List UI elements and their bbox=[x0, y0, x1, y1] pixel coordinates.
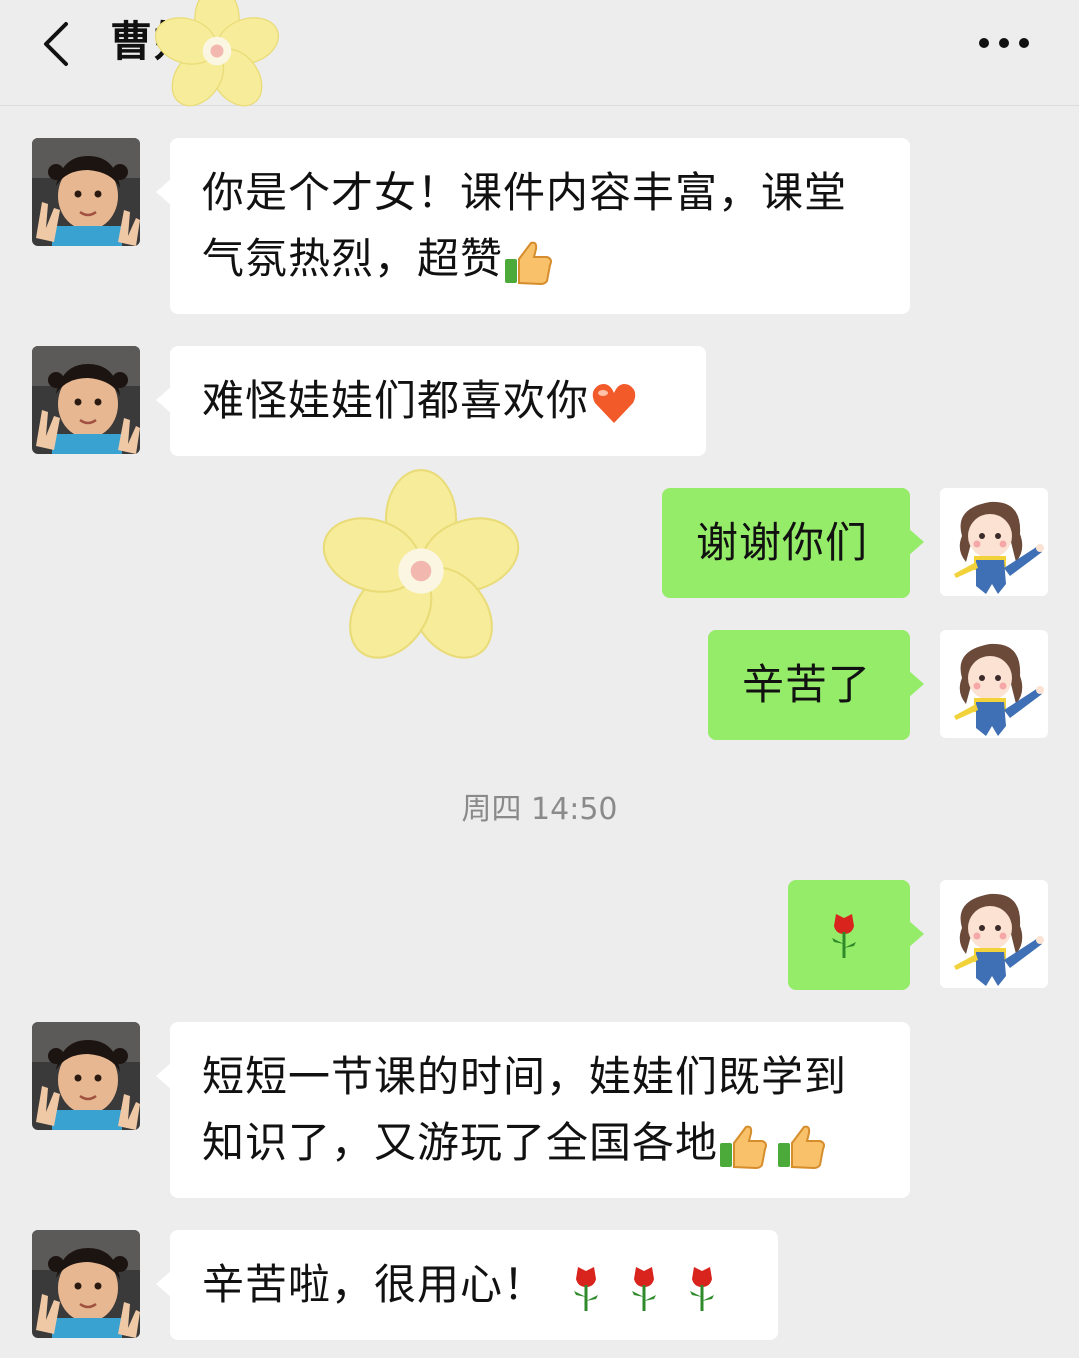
more-dots-icon bbox=[979, 38, 1029, 48]
message-bubble[interactable]: 辛苦了 bbox=[708, 630, 924, 740]
contact-avatar[interactable] bbox=[32, 346, 140, 454]
my-avatar[interactable] bbox=[940, 630, 1048, 738]
flower-sticker[interactable] bbox=[308, 468, 534, 674]
my-avatar[interactable] bbox=[940, 880, 1048, 988]
thumbs-up-icon bbox=[776, 1121, 826, 1171]
heart-icon bbox=[589, 379, 639, 429]
back-button[interactable] bbox=[30, 14, 90, 74]
message-bubble[interactable] bbox=[788, 880, 924, 990]
flower-sticker-overlay bbox=[142, 0, 292, 116]
my-avatar[interactable] bbox=[940, 488, 1048, 596]
contact-avatar[interactable] bbox=[32, 138, 140, 246]
contact-avatar[interactable] bbox=[32, 1230, 140, 1338]
thumbs-up-icon bbox=[503, 237, 553, 287]
message-text: 知识了，又游玩了全国各地 bbox=[202, 1110, 878, 1176]
rose-icon bbox=[566, 1263, 606, 1313]
message-bubble[interactable]: 短短一节课的时间，娃娃们既学到 知识了，又游玩了全国各地 bbox=[156, 1022, 910, 1198]
message-bubble[interactable]: 辛苦啦，很用心！ bbox=[156, 1230, 778, 1340]
message-text: 辛苦啦，很用心！ bbox=[202, 1260, 547, 1309]
message-text: 难怪娃娃们都喜欢你 bbox=[202, 376, 590, 425]
rose-icon bbox=[824, 910, 864, 960]
thumbs-up-icon bbox=[718, 1121, 768, 1171]
message-bubble[interactable]: 难怪娃娃们都喜欢你 bbox=[156, 346, 706, 456]
rose-icon bbox=[682, 1263, 722, 1313]
message-bubble[interactable]: 谢谢你们 bbox=[662, 488, 924, 598]
message-text: 谢谢你们 bbox=[696, 518, 869, 567]
chevron-left-icon bbox=[44, 22, 68, 66]
message-bubble[interactable]: 你是个才女！课件内容丰富，课堂 气氛热烈，超赞 bbox=[156, 138, 910, 314]
contact-avatar[interactable] bbox=[32, 1022, 140, 1130]
more-button[interactable] bbox=[972, 20, 1036, 66]
rose-icon bbox=[624, 1263, 664, 1313]
message-text: 辛苦了 bbox=[742, 660, 872, 709]
message-text: 你是个才女！课件内容丰富，课堂 bbox=[202, 168, 848, 217]
message-text: 气氛热烈，超赞 bbox=[202, 226, 878, 292]
message-text: 短短一节课的时间，娃娃们既学到 bbox=[202, 1052, 848, 1101]
message-timestamp: 周四 14:50 bbox=[461, 792, 618, 827]
